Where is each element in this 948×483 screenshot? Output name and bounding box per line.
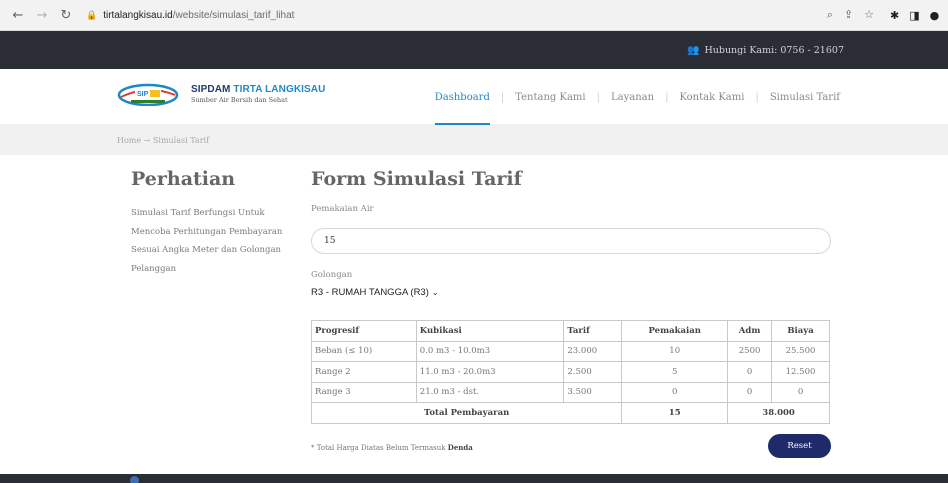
table-cell: 23.000: [563, 340, 623, 362]
address-bar[interactable]: 🔒 tirtalangkisau.id/website/simulasi_tar…: [86, 4, 876, 26]
col-header: Progresif: [311, 320, 417, 342]
table-cell: 3.500: [563, 381, 623, 403]
brand-name: SIPDAM TIRTA LANGKISAU: [191, 84, 325, 95]
total-cost: 38.000: [727, 402, 830, 424]
brand-name-part1: SIPDAM: [191, 84, 231, 95]
table-row: Beban (≤ 10) 0.0 m3 - 10.0m3 23.000 10 2…: [311, 340, 830, 362]
col-header: Kubikasi: [415, 320, 565, 342]
note-text: * Total Harga Diatas Belum Termasuk: [311, 444, 448, 452]
usage-input[interactable]: 15: [311, 228, 831, 254]
extensions-icon[interactable]: ✱: [890, 9, 899, 22]
nav-simulasi-tarif[interactable]: Simulasi Tarif: [770, 69, 840, 125]
brand-logo: SIP: [117, 82, 179, 106]
svg-text:SIP: SIP: [137, 91, 149, 98]
col-header: Adm: [727, 320, 773, 342]
tariff-table: Progresif Kubikasi Tarif Pemakaian Adm B…: [310, 320, 830, 424]
table-cell: 2500: [727, 340, 773, 362]
contact-info: 👥 Hubungi Kami: 0756 - 21607: [687, 45, 844, 56]
reset-button[interactable]: Reset: [768, 434, 831, 458]
note-bold: Denda: [447, 443, 473, 452]
usage-value: 15: [324, 236, 336, 246]
table-cell: 0: [621, 381, 729, 403]
table-cell: 25.500: [771, 340, 830, 362]
group-label: Golongan: [311, 270, 353, 280]
brand[interactable]: SIP SIPDAM TIRTA LANGKISAU Sumber Air Be…: [117, 82, 325, 106]
nav-tentang-kami[interactable]: Tentang Kami: [515, 69, 585, 125]
top-contact-bar: 👥 Hubungi Kami: 0756 - 21607: [0, 31, 948, 69]
url-host: tirtalangkisau.id: [103, 9, 173, 21]
notice-title: Perhatian: [131, 168, 236, 190]
price-note: * Total Harga Diatas Belum Termasuk Dend…: [311, 443, 473, 452]
nav-dashboard[interactable]: Dashboard: [434, 69, 491, 125]
tariff-simulation-form: Form Simulasi Tarif Pemakaian Air 15 Gol…: [310, 168, 831, 458]
total-usage: 15: [621, 402, 729, 424]
url-path: /website/simulasi_tarif_lihat: [172, 9, 295, 21]
nav-separator: |: [665, 91, 669, 103]
table-cell: Range 2: [311, 361, 417, 383]
sidepanel-icon[interactable]: ◨: [909, 9, 919, 22]
table-cell: 0: [727, 381, 773, 403]
table-row: Range 2 11.0 m3 - 20.0m3 2.500 5 0 12.50…: [311, 361, 830, 383]
reload-icon[interactable]: ↻: [56, 5, 76, 25]
page-title: Form Simulasi Tarif: [311, 168, 522, 190]
table-cell: 0: [771, 381, 830, 403]
table-cell: Range 3: [311, 381, 417, 403]
back-icon[interactable]: ←: [8, 5, 28, 25]
total-label: Total Pembayaran: [310, 402, 623, 424]
main-nav: Dashboard | Tentang Kami | Layanan | Kon…: [434, 69, 840, 125]
table-cell: 5: [621, 361, 729, 383]
browser-toolbar: ← → ↻ 🔒 tirtalangkisau.id/website/simula…: [0, 0, 948, 31]
site-header: SIP SIPDAM TIRTA LANGKISAU Sumber Air Be…: [0, 69, 948, 125]
usage-label: Pemakaian Air: [311, 204, 374, 214]
nav-separator: |: [596, 91, 600, 103]
footer-logo-icon: [130, 476, 139, 483]
notice-panel: Perhatian Simulasi Tarif Berfungsi Untuk…: [131, 168, 296, 278]
table-cell: Beban (≤ 10): [311, 340, 417, 362]
profile-icon[interactable]: ●: [930, 9, 940, 22]
nav-kontak-kami[interactable]: Kontak Kami: [679, 69, 744, 125]
table-cell: 0: [727, 361, 773, 383]
table-cell: 2.500: [563, 361, 623, 383]
forward-icon[interactable]: →: [32, 5, 52, 25]
breadcrumb-text[interactable]: Home → Simulasi Tarif: [117, 136, 209, 145]
share-icon[interactable]: ⇪: [844, 8, 853, 22]
brand-name-part2: TIRTA LANGKISAU: [233, 84, 326, 95]
chevron-down-icon: ⌄: [431, 288, 439, 297]
site-footer: [0, 474, 948, 483]
table-cell: 11.0 m3 - 20.0m3: [415, 361, 565, 383]
lock-icon: 🔒: [86, 9, 98, 20]
nav-separator: |: [755, 91, 759, 103]
table-header-row: Progresif Kubikasi Tarif Pemakaian Adm B…: [311, 320, 830, 342]
nav-layanan[interactable]: Layanan: [611, 69, 654, 125]
nav-separator: |: [500, 91, 505, 103]
bookmark-star-icon[interactable]: ☆: [864, 8, 874, 22]
notice-text: Simulasi Tarif Berfungsi Untuk Mencoba P…: [131, 208, 283, 274]
table-row: Range 3 21.0 m3 - dst. 3.500 0 0 0: [311, 381, 830, 403]
group-select[interactable]: R3 - RUMAH TANGGA (R3) ⌄: [311, 287, 439, 298]
col-header: Biaya: [771, 320, 830, 342]
users-icon: 👥: [687, 44, 700, 56]
zoom-icon[interactable]: ⌕: [827, 8, 833, 22]
breadcrumb: Home → Simulasi Tarif: [0, 125, 948, 155]
table-cell: 0.0 m3 - 10.0m3: [415, 340, 565, 362]
group-selected-value: R3 - RUMAH TANGGA (R3): [311, 287, 429, 298]
brand-tagline: Sumber Air Bersih dan Sehat: [191, 96, 288, 104]
table-cell: 21.0 m3 - dst.: [415, 381, 565, 403]
contact-text: Hubungi Kami: 0756 - 21607: [704, 44, 844, 56]
table-cell: 12.500: [771, 361, 830, 383]
col-header: Tarif: [563, 320, 623, 342]
table-total-row: Total Pembayaran 15 38.000: [310, 402, 830, 424]
table-cell: 10: [621, 340, 729, 362]
col-header: Pemakaian: [621, 320, 729, 342]
